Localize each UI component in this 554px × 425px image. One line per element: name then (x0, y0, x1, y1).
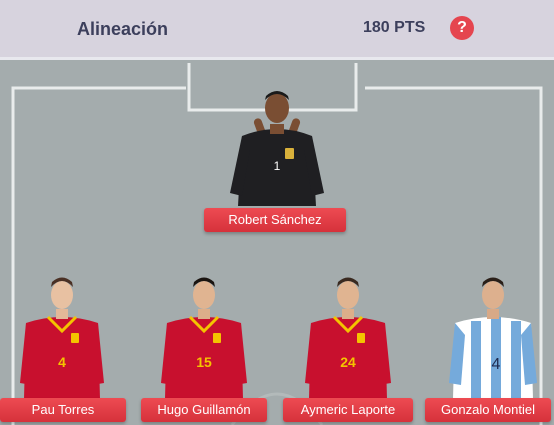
shirt-number: 4 (492, 356, 501, 373)
shirt-number: 24 (340, 354, 356, 370)
player-name-tag[interactable]: Robert Sánchez (204, 208, 346, 232)
page-title: Alineación (77, 19, 169, 39)
player-card-goalkeeper[interactable]: 1 Robert Sánchez (204, 88, 350, 233)
player-card-defender-3[interactable]: 24 Aymeric Laporte (283, 273, 413, 425)
player-photo: 24 (305, 277, 391, 399)
player-photo: 15 (161, 277, 247, 399)
shirt-number: 4 (58, 354, 66, 370)
player-photo: 4 (449, 277, 537, 399)
player-name-tag[interactable]: Pau Torres (0, 398, 126, 422)
player-name-tag[interactable]: Gonzalo Montiel (425, 398, 551, 422)
player-photo: 1 (230, 91, 324, 206)
player-name-tag[interactable]: Aymeric Laporte (283, 398, 413, 422)
player-card-defender-4[interactable]: 4 Gonzalo Montiel (425, 273, 554, 425)
shirt-number: 1 (274, 159, 281, 173)
points-total: 180 PTS (363, 19, 426, 36)
player-card-defender-2[interactable]: 15 Hugo Guillamón (141, 273, 267, 425)
player-photo: 4 (20, 277, 104, 399)
pitch: 1 Robert Sánchez 4 Pau Torres 15 Hugo Gu… (0, 63, 554, 425)
header-bar: Alineación 180 PTS ? (0, 0, 554, 60)
player-name-tag[interactable]: Hugo Guillamón (141, 398, 267, 422)
shirt-number: 15 (196, 354, 212, 370)
help-button[interactable]: ? (450, 16, 474, 40)
player-card-defender-1[interactable]: 4 Pau Torres (0, 273, 126, 425)
